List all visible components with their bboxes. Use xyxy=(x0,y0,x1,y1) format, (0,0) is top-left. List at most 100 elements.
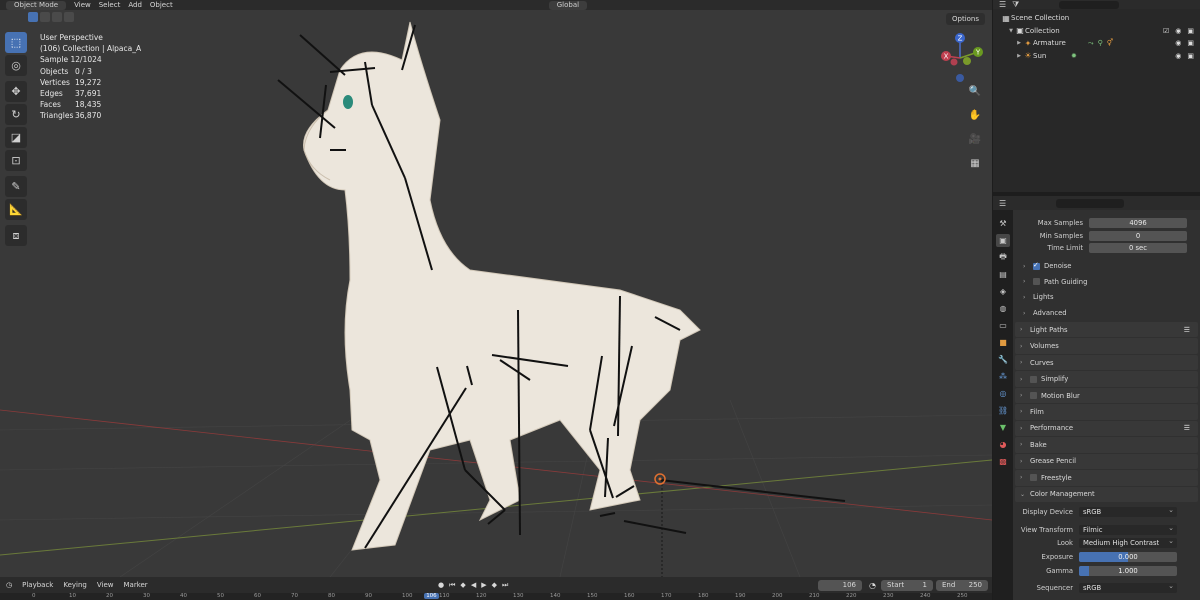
panel-motion-blur[interactable]: › Motion Blur xyxy=(1015,387,1198,404)
measure-tool-icon[interactable]: 📐 xyxy=(5,199,27,220)
camera-icon[interactable]: ▣ xyxy=(1187,52,1194,60)
start-frame-field[interactable]: Start 1 xyxy=(881,579,933,591)
panel-grease-pencil[interactable]: › Grease Pencil xyxy=(1015,453,1198,470)
pan-hand-icon[interactable]: ✋ xyxy=(967,108,983,123)
checkbox-icon[interactable]: ☑ xyxy=(1163,27,1169,35)
outliner-item-sun[interactable]: ▶ ☀ Sun ✹ ◉ ▣ xyxy=(993,50,1200,63)
next-keyframe-icon[interactable]: ◆ xyxy=(492,581,497,590)
select-intersect-icon[interactable] xyxy=(64,12,74,22)
select-new-icon[interactable] xyxy=(28,12,38,22)
data-tab-icon[interactable]: ▼ xyxy=(996,421,1010,434)
panel-color-management[interactable]: ⌄ Color Management xyxy=(1015,486,1198,503)
mode-selector[interactable]: Object Mode xyxy=(6,0,67,10)
outliner-item-armature[interactable]: ▶ ✦ Armature ⤳ ⚲ ⚥ ◉ ▣ xyxy=(993,37,1200,50)
editor-type-icon[interactable]: ◷ xyxy=(6,581,12,589)
current-frame-field[interactable]: 106 xyxy=(818,579,862,591)
select-box-tool-icon[interactable]: ⬚ xyxy=(5,32,27,53)
expand-arrow-icon[interactable]: ▶ xyxy=(1015,53,1023,59)
subpanel-path-guiding[interactable]: › Path Guiding xyxy=(1015,274,1198,290)
expand-arrow-icon[interactable]: ▼ xyxy=(1007,28,1015,34)
select-extend-icon[interactable] xyxy=(40,12,50,22)
outliner-item-scene-collection[interactable]: ▦ Scene Collection xyxy=(993,12,1200,25)
subpanel-denoise[interactable]: › Denoise xyxy=(1015,259,1198,275)
eye-icon[interactable]: ◉ xyxy=(1175,52,1181,60)
subpanel-lights[interactable]: › Lights xyxy=(1015,290,1198,306)
navigation-gizmo[interactable]: Z Y X xyxy=(934,30,986,86)
zoom-icon[interactable]: 🔍 xyxy=(967,84,983,99)
transform-tool-icon[interactable]: ⊡ xyxy=(5,150,27,171)
jump-start-icon[interactable]: ⏮ xyxy=(449,581,455,590)
select-subtract-icon[interactable] xyxy=(52,12,62,22)
world-tab-icon[interactable]: ◍ xyxy=(996,302,1010,315)
cursor-tool-icon[interactable]: ◎ xyxy=(5,55,27,76)
panel-volumes[interactable]: › Volumes xyxy=(1015,338,1198,354)
move-tool-icon[interactable]: ✥ xyxy=(5,81,27,102)
prev-keyframe-icon[interactable]: ◆ xyxy=(460,581,465,590)
play-icon[interactable]: ▶ xyxy=(481,581,486,590)
panel-light-paths[interactable]: › Light Paths ☰ xyxy=(1015,321,1198,338)
modifier-tab-icon[interactable]: 🔧 xyxy=(996,353,1010,366)
menu-add[interactable]: Add xyxy=(128,1,142,9)
jump-end-icon[interactable]: ⏭ xyxy=(502,581,508,590)
presets-list-icon[interactable]: ☰ xyxy=(1184,326,1190,334)
render-tab-icon[interactable]: ▣ xyxy=(996,234,1010,247)
exposure-slider[interactable]: 0.000 xyxy=(1079,552,1177,563)
physics-tab-icon[interactable]: ◎ xyxy=(996,387,1010,400)
panel-performance[interactable]: › Performance ☰ xyxy=(1015,420,1198,437)
annotate-tool-icon[interactable]: ✎ xyxy=(5,176,27,197)
gamma-slider[interactable]: 1.000 xyxy=(1079,565,1177,576)
constraints-tab-icon[interactable]: ⛓ xyxy=(996,404,1010,417)
eye-icon[interactable]: ◉ xyxy=(1175,39,1181,47)
output-tab-icon[interactable]: 🖶 xyxy=(996,251,1010,264)
options-button[interactable]: Options xyxy=(946,13,986,25)
panel-bake[interactable]: › Bake xyxy=(1015,437,1198,453)
particles-tab-icon[interactable]: ⁂ xyxy=(996,370,1010,383)
filter-icon[interactable]: ⧩ xyxy=(1012,0,1019,10)
path-guiding-checkbox[interactable] xyxy=(1033,278,1040,286)
material-tab-icon[interactable]: ◕ xyxy=(996,438,1010,451)
scene-tab-icon[interactable]: ◈ xyxy=(996,285,1010,298)
look-dropdown[interactable]: Medium High Contrast xyxy=(1079,536,1177,549)
menu-select[interactable]: Select xyxy=(99,1,121,9)
editor-type-icon[interactable]: ☰ xyxy=(999,199,1006,208)
texture-tab-icon[interactable]: ▩ xyxy=(996,455,1010,468)
presets-list-icon[interactable]: ☰ xyxy=(1184,424,1190,432)
record-icon[interactable]: ● xyxy=(438,581,444,590)
panel-freestyle[interactable]: › Freestyle xyxy=(1015,470,1198,486)
scale-tool-icon[interactable]: ◪ xyxy=(5,127,27,148)
display-device-dropdown[interactable]: sRGB xyxy=(1079,505,1177,518)
freestyle-checkbox[interactable] xyxy=(1030,474,1037,482)
editor-type-icon[interactable]: ☰ xyxy=(999,0,1006,9)
properties-search-input[interactable] xyxy=(1056,198,1125,208)
eye-icon[interactable]: ◉ xyxy=(1175,27,1181,35)
play-reverse-icon[interactable]: ◀ xyxy=(471,581,476,590)
stopwatch-icon[interactable]: ◔ xyxy=(869,581,876,590)
motion-blur-checkbox[interactable] xyxy=(1030,392,1037,399)
camera-icon[interactable]: ▣ xyxy=(1187,27,1194,35)
view-layer-tab-icon[interactable]: ▤ xyxy=(996,268,1010,281)
3d-viewport[interactable]: Object Mode View Select Add Object Globa… xyxy=(0,0,992,577)
denoise-checkbox[interactable] xyxy=(1033,261,1040,270)
rotate-tool-icon[interactable]: ↻ xyxy=(5,104,27,125)
menu-marker[interactable]: Marker xyxy=(123,581,147,589)
collection-tab-icon[interactable]: ▭ xyxy=(996,319,1010,332)
camera-view-icon[interactable]: 🎥 xyxy=(967,132,983,147)
panel-simplify[interactable]: › Simplify xyxy=(1015,371,1198,387)
view-transform-dropdown[interactable]: Filmic xyxy=(1079,523,1177,535)
object-tab-icon[interactable]: ■ xyxy=(996,336,1010,349)
grid-ortho-icon[interactable]: ▦ xyxy=(967,156,983,171)
panel-film[interactable]: › Film xyxy=(1015,404,1198,420)
outliner-search-input[interactable] xyxy=(1059,0,1120,9)
menu-playback[interactable]: Playback xyxy=(22,581,53,589)
outliner-item-collection[interactable]: ▼ ▣ Collection ☑ ◉ ▣ xyxy=(993,25,1200,38)
subpanel-advanced[interactable]: › Advanced xyxy=(1015,305,1198,321)
sequencer-dropdown[interactable]: sRGB xyxy=(1079,581,1177,594)
transform-orientation-dropdown[interactable]: Global xyxy=(548,0,588,10)
timeline-ruler[interactable]: 0 10 20 30 40 50 60 70 80 90 100 106 110 120 130 140 150… xyxy=(0,593,992,600)
panel-curves[interactable]: › Curves xyxy=(1015,354,1198,371)
menu-object[interactable]: Object xyxy=(150,1,173,9)
menu-view[interactable]: View xyxy=(74,1,91,9)
add-cube-tool-icon[interactable]: ⧈ xyxy=(5,225,27,246)
camera-icon[interactable]: ▣ xyxy=(1187,39,1194,47)
end-frame-field[interactable]: End 250 xyxy=(936,579,988,591)
